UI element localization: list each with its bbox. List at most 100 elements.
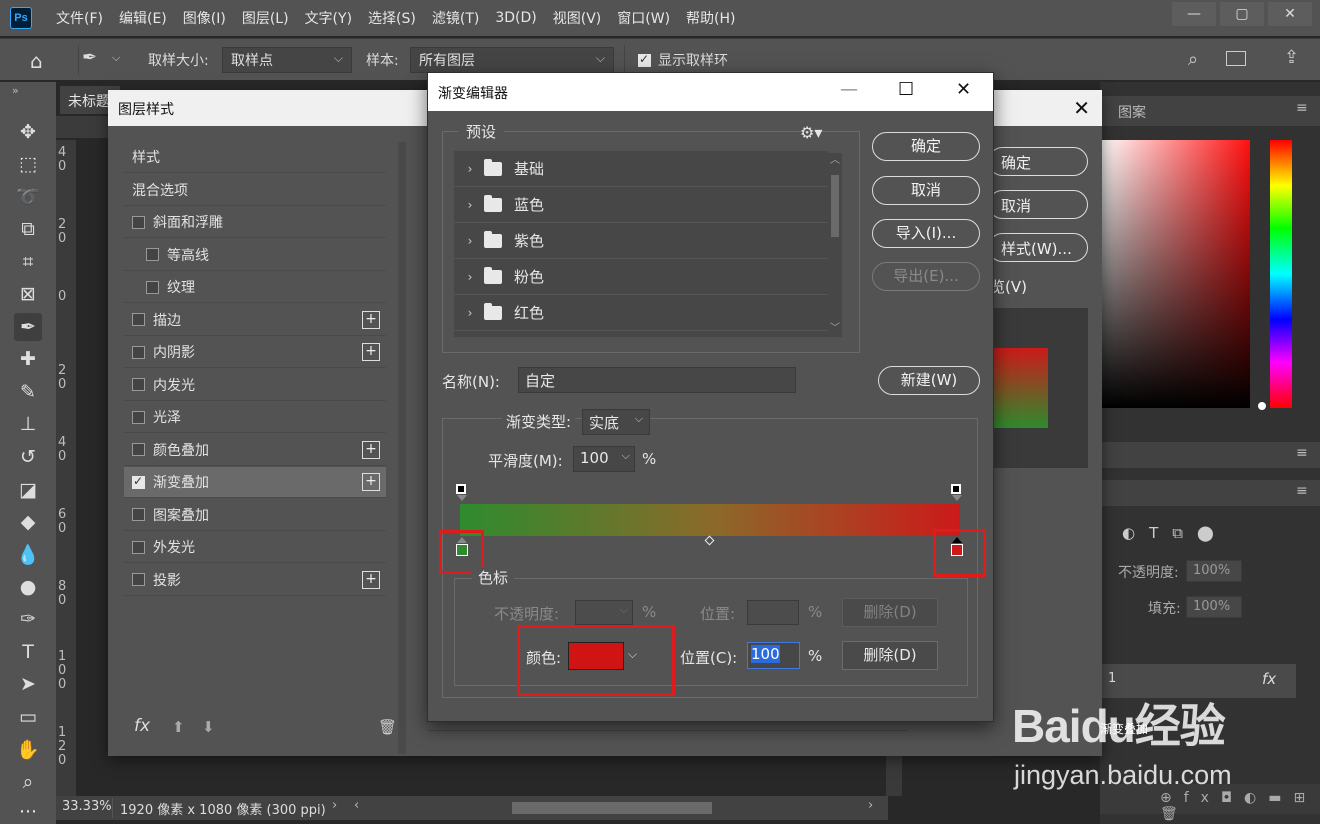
style-item[interactable]: 图案叠加 [124, 500, 386, 531]
path-select-icon[interactable]: ➤ [14, 670, 42, 698]
smoothness-input[interactable]: 100 ⌵ [573, 446, 635, 472]
style-checkbox[interactable] [132, 345, 145, 359]
panel-menu-icon[interactable]: ≡ [1296, 483, 1308, 499]
move-down-icon[interactable]: ⬇ [202, 718, 215, 736]
menu-window[interactable]: 窗口(W) [611, 8, 676, 28]
style-item[interactable]: 混合选项 [124, 175, 386, 206]
style-item[interactable]: 内发光 [124, 370, 386, 401]
blur-tool-icon[interactable]: 💧 [14, 540, 42, 568]
fx-icon[interactable]: fx [1262, 670, 1276, 688]
sample-size-select[interactable]: 取样点 ⌵ [222, 47, 352, 73]
zoom-tool-icon[interactable]: ⌕ [14, 768, 42, 796]
object-select-tool-icon[interactable]: ⧉ [14, 215, 42, 243]
gradient-type-select[interactable]: 实底 ⌵ [582, 409, 650, 435]
chevron-down-icon[interactable]: ⌵ [112, 51, 120, 65]
preset-folder[interactable]: › 粉色 [454, 259, 828, 295]
style-checkbox[interactable] [146, 280, 159, 294]
add-effect-icon[interactable]: + [362, 343, 380, 361]
minimize-button[interactable]: — [1172, 2, 1216, 26]
style-checkbox[interactable] [146, 248, 159, 261]
hand-tool-icon[interactable]: ✋ [14, 735, 42, 763]
style-item[interactable]: 渐变叠加 + [124, 467, 386, 498]
opacity-stop-right[interactable] [951, 484, 961, 494]
cancel-button[interactable]: 取消 [872, 176, 980, 205]
color-cursor[interactable] [1258, 402, 1266, 410]
menu-image[interactable]: 图像(I) [177, 8, 232, 28]
preview-label[interactable]: 览(V) [990, 276, 1027, 297]
style-checkbox[interactable] [132, 474, 145, 489]
add-effect-icon[interactable]: + [362, 570, 380, 589]
rectangle-tool-icon[interactable]: ▭ [14, 703, 42, 731]
type-tool-icon[interactable]: T [14, 638, 42, 666]
stop-position-input-top[interactable] [747, 600, 799, 625]
brush-tool-icon[interactable]: ✎ [14, 378, 42, 406]
style-item[interactable]: 内阴影 + [124, 337, 386, 368]
opacity-stop-left[interactable] [456, 484, 466, 494]
menu-edit[interactable]: 编辑(E) [113, 8, 173, 28]
hue-slider[interactable] [1270, 140, 1292, 408]
name-input[interactable]: 自定 [518, 367, 796, 393]
delete-opacity-stop-button[interactable]: 删除(D) [842, 598, 938, 627]
style-item[interactable]: 颜色叠加 + [124, 435, 386, 466]
chevron-right-icon[interactable]: › [332, 798, 337, 813]
menu-file[interactable]: 文件(F) [50, 8, 109, 28]
share-icon[interactable]: ⇪ [1284, 47, 1299, 68]
menu-3d[interactable]: 3D(D) [489, 10, 542, 26]
layer-opacity-field[interactable]: 100% [1186, 560, 1242, 582]
position-input[interactable]: 100 [747, 642, 800, 669]
close-button[interactable]: ✕ [1268, 2, 1312, 26]
panel-menu-icon[interactable]: ≡ [1296, 100, 1308, 116]
gear-icon[interactable]: ⚙▾ [800, 123, 822, 142]
new-style-button[interactable]: 样式(W)... [988, 233, 1088, 262]
trash-icon[interactable]: 🗑 [378, 718, 397, 736]
eyedropper-tool-icon[interactable]: ✒ [14, 313, 42, 341]
chevron-right-icon[interactable]: › [460, 270, 480, 284]
gradient-preview-bar[interactable] [460, 504, 960, 536]
scroll-down-icon[interactable]: ﹀ [830, 319, 840, 334]
style-item[interactable]: 样式 [124, 142, 386, 173]
style-checkbox[interactable] [132, 378, 145, 391]
search-icon[interactable]: ⌕ [1188, 49, 1198, 70]
presets-scrollbar[interactable]: ︿ ﹀ [828, 153, 842, 337]
eraser-tool-icon[interactable]: ◪ [14, 476, 42, 504]
panel-menu-icon[interactable]: ≡ [1296, 445, 1308, 461]
menu-view[interactable]: 视图(V) [547, 8, 608, 28]
more-tools-icon[interactable]: ··· [14, 798, 42, 824]
clone-stamp-icon[interactable]: ⊥ [14, 410, 42, 438]
scroll-up-icon[interactable]: ︿ [830, 151, 840, 166]
color-picker-field[interactable] [1100, 140, 1250, 408]
close-icon[interactable]: ✕ [956, 79, 971, 100]
menu-layer[interactable]: 图层(L) [236, 8, 295, 28]
delete-color-stop-button[interactable]: 删除(D) [842, 641, 938, 670]
style-checkbox[interactable] [132, 508, 145, 521]
style-item[interactable]: 描边 + [124, 305, 386, 336]
style-item[interactable]: 外发光 [124, 532, 386, 563]
import-button[interactable]: 导入(I)... [872, 219, 980, 248]
restore-button[interactable]: ▢ [1220, 2, 1264, 26]
fx-icon[interactable]: fx [134, 716, 150, 736]
maximize-icon[interactable]: ☐ [898, 79, 914, 100]
add-effect-icon[interactable]: + [362, 440, 380, 459]
home-icon[interactable]: ⌂ [30, 49, 43, 73]
show-ring-checkbox[interactable] [638, 52, 651, 67]
menu-filter[interactable]: 滤镜(T) [426, 8, 485, 28]
chevron-right-icon[interactable]: › [460, 198, 480, 212]
style-checkbox[interactable] [132, 443, 145, 456]
style-item[interactable]: 等高线 [124, 240, 386, 271]
scroll-thumb[interactable] [831, 175, 839, 237]
pen-tool-icon[interactable]: ✑ [14, 605, 42, 633]
lasso-tool-icon[interactable]: ➰ [14, 182, 42, 210]
frame-tool-icon[interactable]: ⊠ [14, 280, 42, 308]
style-checkbox[interactable] [132, 573, 145, 586]
workspace-icon[interactable] [1226, 51, 1246, 66]
history-brush-icon[interactable]: ↺ [14, 443, 42, 471]
zoom-level[interactable]: 33.33% [62, 799, 112, 814]
add-effect-icon[interactable]: + [362, 310, 380, 329]
style-list-scrollbar[interactable] [398, 142, 406, 754]
menu-select[interactable]: 选择(S) [362, 8, 422, 28]
layer-filter-icons[interactable]: ◐T⧉⬤ [1122, 524, 1228, 542]
stop-opacity-input[interactable]: ⌵ [575, 600, 633, 625]
collapse-icon[interactable]: » [12, 84, 19, 97]
fill-field[interactable]: 100% [1186, 596, 1242, 618]
cancel-button[interactable]: 取消 [988, 190, 1088, 219]
